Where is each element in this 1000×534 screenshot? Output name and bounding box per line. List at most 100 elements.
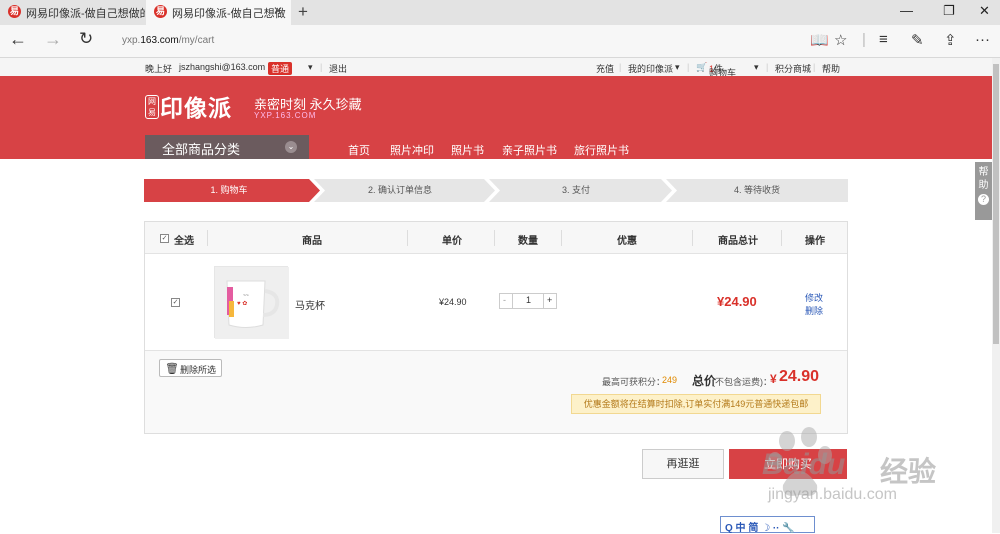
header-discount: 优惠: [617, 236, 637, 247]
delete-selected-button[interactable]: 🗑 删除所选: [159, 359, 222, 377]
product-thumbnail[interactable]: ♥ ✿ ~~: [214, 266, 289, 339]
total-value: 24.90: [779, 368, 820, 385]
share-icon[interactable]: ⇪: [944, 31, 957, 49]
logo-text[interactable]: 印像派: [160, 89, 232, 123]
close-window-icon[interactable]: ✕: [979, 3, 990, 19]
toolbar-divider: |: [862, 31, 866, 48]
row-checkbox[interactable]: ✓: [171, 298, 180, 307]
continue-shopping-button[interactable]: 再逛逛: [642, 449, 724, 479]
header-quantity: 数量: [518, 236, 538, 247]
user-email-link[interactable]: jszhangshi@163.com: [179, 62, 265, 72]
logout-link[interactable]: 退出: [329, 62, 347, 75]
divider: |: [813, 62, 816, 72]
address-bar-row: ← → ↻ yxp.163.com/my/cart 📖 ☆ | ≡ ✎ ⇪ ··…: [0, 25, 1000, 58]
more-icon[interactable]: ···: [975, 31, 990, 48]
divider: [512, 294, 513, 308]
tab-title: 网易印像派-做自己想做: [172, 8, 286, 20]
header-product: 商品: [302, 236, 322, 247]
chevron-down-icon[interactable]: ▾: [675, 62, 680, 73]
minimize-icon[interactable]: —: [900, 3, 913, 18]
row-subtotal: ¥24.90: [717, 294, 757, 309]
watermark-brand: Baidu: [762, 448, 846, 481]
reading-view-icon[interactable]: 📖: [810, 31, 829, 49]
header-divider: [781, 230, 782, 246]
header-unit-price: 单价: [442, 236, 462, 247]
restore-icon[interactable]: ❐: [943, 3, 955, 19]
cart-icon[interactable]: 🛒: [696, 62, 707, 73]
help-side-tab[interactable]: 帮助 ?: [975, 162, 992, 220]
svg-text:♥ ✿: ♥ ✿: [237, 300, 247, 307]
greeting-text: 晚上好: [145, 64, 173, 74]
step-confirm-order: 2. 确认订单信息: [367, 185, 432, 195]
header-divider: [561, 230, 562, 246]
edit-link[interactable]: 修改: [805, 291, 823, 304]
increase-button[interactable]: +: [547, 295, 552, 305]
product-name[interactable]: 马克杯: [295, 297, 325, 312]
shipping-notice: 优惠金额将在结算时扣除,订单实付满149元普通快递包邮: [571, 394, 821, 414]
quantity-input[interactable]: 1: [526, 295, 531, 305]
chevron-down-icon: ⌄: [285, 141, 297, 153]
close-tab-icon[interactable]: ✕: [273, 4, 283, 18]
nav-photo-print[interactable]: 照片冲印: [390, 142, 434, 158]
decrease-button[interactable]: -: [503, 295, 506, 305]
header-divider: [494, 230, 495, 246]
logo-badge[interactable]: 网易: [145, 95, 159, 119]
mug-image: ♥ ✿ ~~: [215, 267, 289, 339]
nav-home[interactable]: 首页: [348, 142, 370, 158]
cart-summary: [145, 351, 847, 433]
delete-selected-label: 删除所选: [180, 365, 217, 375]
step-cart: 1. 购物车: [210, 185, 248, 195]
browser-tab-1[interactable]: 易 网易印像派-做自己想做的与: [0, 0, 145, 25]
category-menu-label: 全部商品分类: [162, 142, 241, 157]
trash-icon: 🗑: [165, 363, 179, 375]
points-value: 249: [662, 375, 678, 385]
header-divider: [692, 230, 693, 246]
chevron-down-icon[interactable]: ▾: [308, 62, 313, 73]
step-pay: 3. 支付: [561, 185, 590, 195]
back-icon[interactable]: ←: [9, 29, 27, 50]
logo-domain: YXP.163.COM: [254, 111, 317, 120]
new-tab-icon[interactable]: +: [298, 2, 308, 22]
header-divider: [407, 230, 408, 246]
header-divider: [207, 230, 208, 246]
nav-photo-book[interactable]: 照片书: [451, 142, 484, 158]
hub-icon[interactable]: ≡: [879, 31, 888, 48]
quantity-stepper: - 1 +: [499, 293, 557, 309]
help-side-label: 帮助: [978, 167, 989, 191]
watermark-url: jingyan.baidu.com: [768, 486, 897, 503]
total-currency: ¥: [770, 372, 777, 386]
netease-favicon-icon: 易: [154, 5, 167, 18]
category-menu-button[interactable]: 全部商品分类 ⌄: [145, 135, 309, 159]
favorite-star-icon[interactable]: ☆: [834, 31, 847, 49]
netease-favicon-icon: 易: [8, 5, 21, 18]
nav-travel-photo-book[interactable]: 旅行照片书: [574, 142, 629, 158]
unit-price: ¥24.90: [439, 297, 467, 307]
header-subtotal: 商品总计: [718, 236, 758, 247]
delete-link[interactable]: 删除: [805, 304, 823, 317]
tab-title: 网易印像派-做自己想做的与: [26, 8, 145, 20]
my-site-link[interactable]: 我的印像派: [628, 62, 673, 75]
points-mall-link[interactable]: 积分商城: [775, 62, 811, 75]
divider: |: [687, 62, 690, 72]
nav-kids-photo-book[interactable]: 亲子照片书: [502, 142, 557, 158]
divider: [543, 294, 544, 308]
web-note-icon[interactable]: ✎: [911, 31, 924, 49]
scrollbar-thumb[interactable]: [993, 64, 999, 344]
chevron-down-icon[interactable]: ▾: [754, 62, 759, 73]
select-all-label[interactable]: 全选: [174, 232, 194, 247]
help-link[interactable]: 帮助: [822, 62, 840, 75]
cart-link[interactable]: 购物车 1件: [709, 62, 736, 78]
url-field[interactable]: yxp.163.com/my/cart: [122, 35, 214, 46]
browser-tab-2[interactable]: 易 网易印像派-做自己想做 ✕: [146, 0, 291, 25]
divider: |: [320, 62, 323, 72]
page-scrollbar[interactable]: [992, 58, 1000, 533]
ime-toolbar[interactable]: Q 中 简 ☽ ·· 🔧: [720, 516, 815, 534]
watermark-brand-cn: 经验: [880, 456, 937, 487]
select-all-checkbox[interactable]: ✓: [160, 234, 169, 243]
forward-icon[interactable]: →: [44, 29, 62, 50]
refresh-icon[interactable]: ↻: [79, 29, 93, 49]
divider: |: [766, 62, 769, 72]
divider: |: [619, 62, 622, 72]
recharge-link[interactable]: 充值: [596, 62, 614, 75]
total-note: (不包含运费)：: [712, 377, 772, 387]
